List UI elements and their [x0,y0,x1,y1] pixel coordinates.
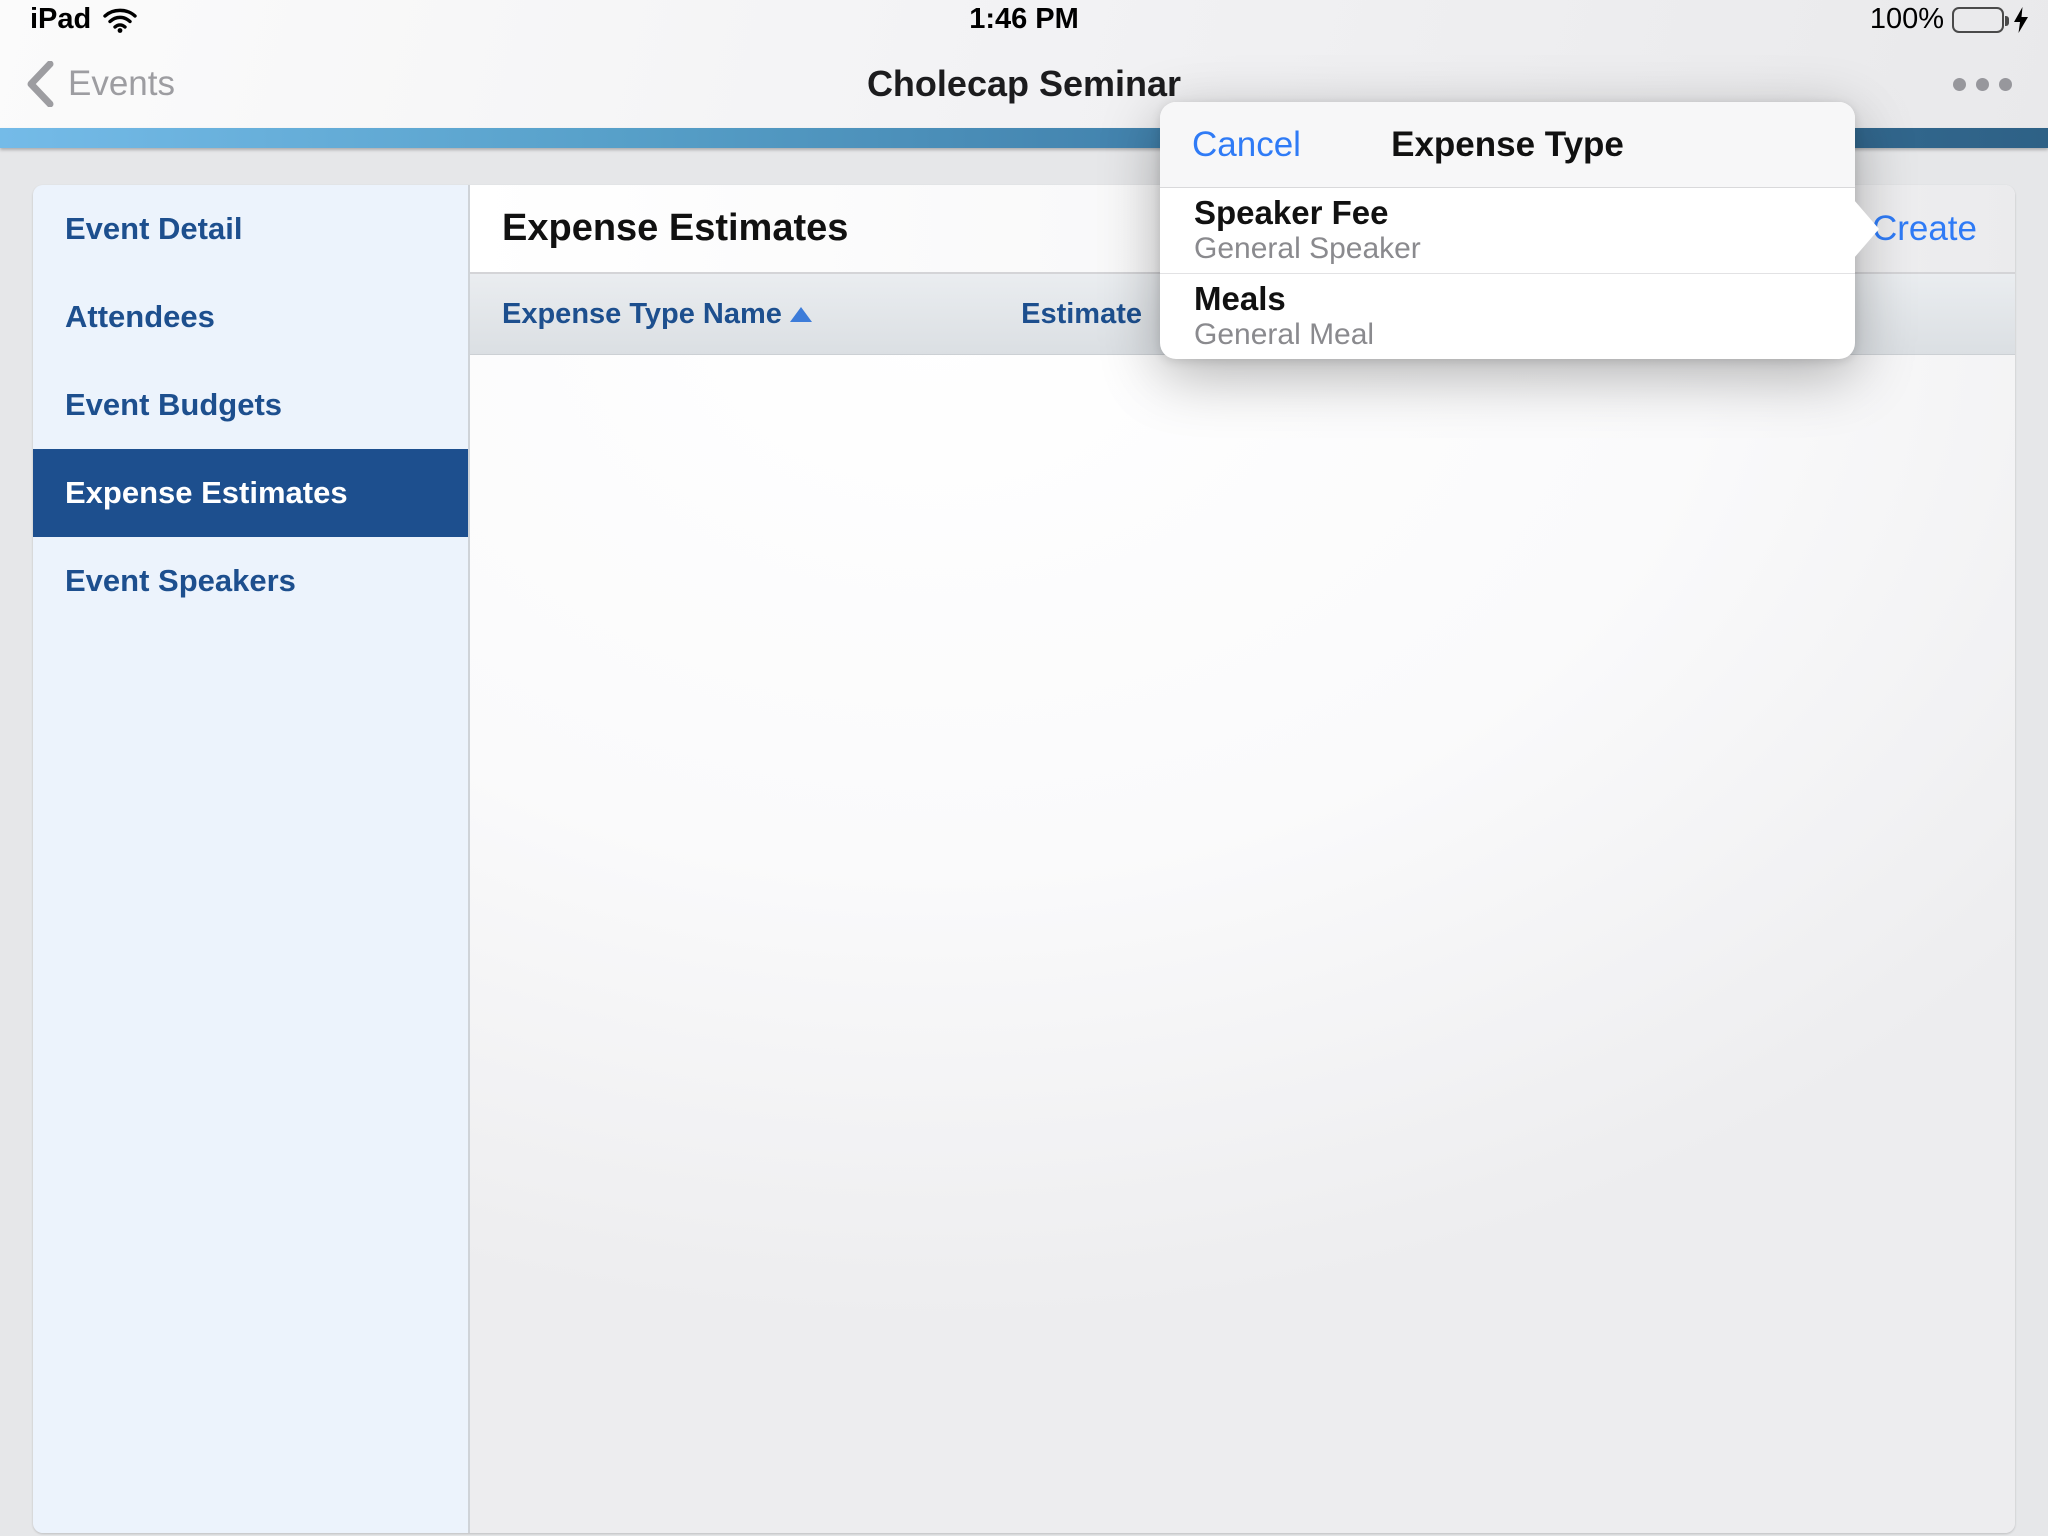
option-subtitle: General Speaker [1194,232,1855,267]
option-title: Speaker Fee [1194,194,1855,232]
cancel-button[interactable]: Cancel [1192,125,1301,165]
sidebar-item-label: Event Speakers [65,563,296,599]
sidebar-item-label: Attendees [65,299,215,335]
create-button[interactable]: Create [1872,209,2015,249]
content-card: Event Detail Attendees Event Budgets Exp… [33,185,2015,1533]
sidebar-item-event-speakers[interactable]: Event Speakers [33,537,468,625]
status-bar: iPad 1:46 PM 100% [0,0,2048,40]
table-body-empty [470,355,2015,1533]
more-options-button[interactable] [1953,40,2012,128]
option-subtitle: General Meal [1194,318,1855,353]
popover-arrow [1854,200,1879,258]
column-label: Expense Type Name [502,298,782,331]
option-speaker-fee[interactable]: Speaker Fee General Speaker [1160,188,1855,273]
sidebar-item-label: Event Budgets [65,387,282,423]
sidebar-item-expense-estimates[interactable]: Expense Estimates [33,449,468,537]
option-meals[interactable]: Meals General Meal [1160,273,1855,359]
ellipsis-icon [1953,78,1966,91]
section-title: Expense Estimates [470,207,848,250]
sort-ascending-icon [790,307,812,322]
expense-type-popover: Expense Type Cancel Speaker Fee General … [1160,102,1855,359]
sidebar-item-attendees[interactable]: Attendees [33,273,468,361]
main-panel: Expense Estimates Create Expense Type Na… [470,185,2015,1533]
status-right: 100% [1870,3,2030,36]
column-header-estimate[interactable]: Estimate [902,298,1142,331]
battery-icon [1952,7,2004,33]
status-time: 1:46 PM [0,3,2048,36]
popover-header: Expense Type Cancel [1160,102,1855,188]
option-title: Meals [1194,280,1855,318]
sidebar-item-label: Expense Estimates [65,475,348,511]
column-header-expense-type-name[interactable]: Expense Type Name [470,298,902,331]
sidebar-item-event-budgets[interactable]: Event Budgets [33,361,468,449]
ipad-screen: iPad 1:46 PM 100% [0,0,2048,1536]
charging-bolt-icon [2012,6,2030,34]
battery-percent-label: 100% [1870,3,1944,36]
sidebar-item-label: Event Detail [65,211,242,247]
sidebar: Event Detail Attendees Event Budgets Exp… [33,185,470,1533]
sidebar-item-event-detail[interactable]: Event Detail [33,185,468,273]
